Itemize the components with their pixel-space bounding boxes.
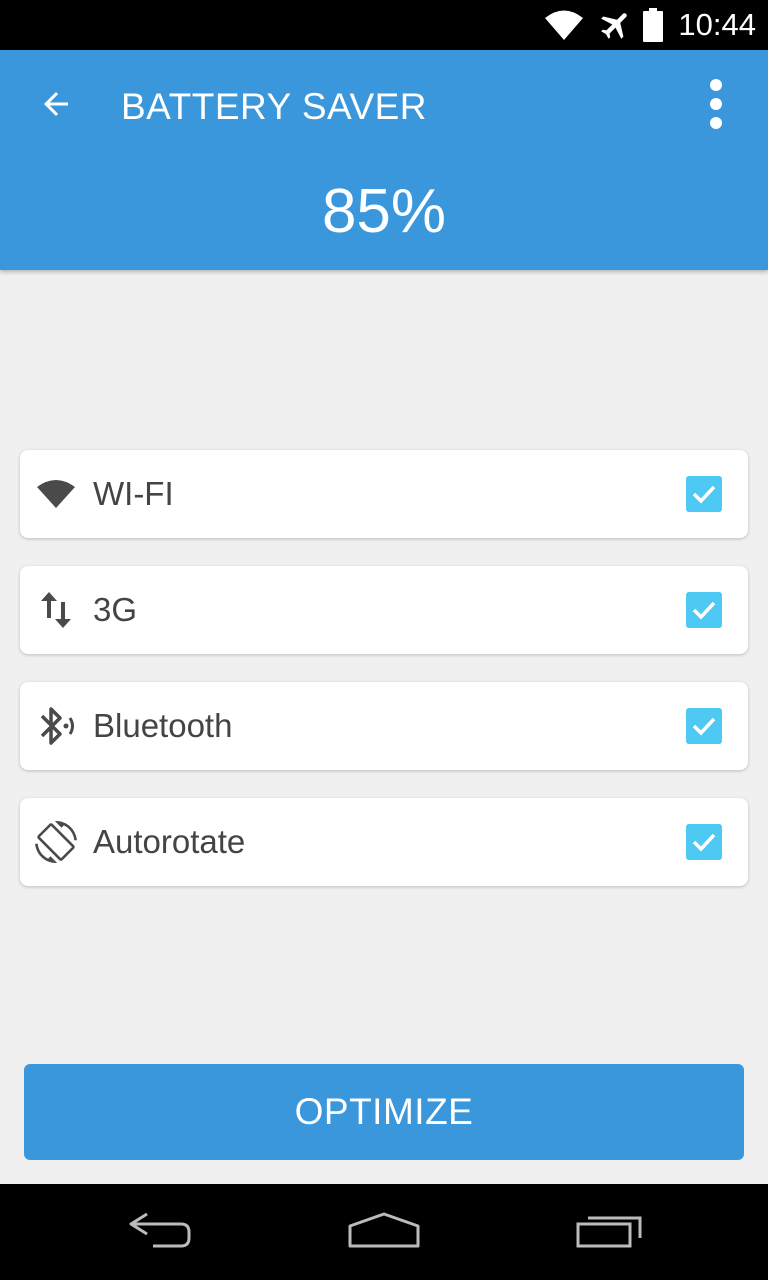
home-icon bbox=[346, 1210, 422, 1255]
nav-recents-button[interactable] bbox=[560, 1198, 660, 1266]
option-label: Bluetooth bbox=[93, 707, 233, 744]
wifi-icon bbox=[34, 472, 78, 516]
battery-icon bbox=[642, 0, 664, 50]
option-card-autorotate[interactable]: Autorotate bbox=[20, 798, 748, 886]
wifi-checkbox[interactable] bbox=[686, 476, 722, 512]
option-label: WI-FI bbox=[93, 475, 174, 512]
recents-icon bbox=[574, 1210, 646, 1255]
bluetooth-checkbox[interactable] bbox=[686, 708, 722, 744]
option-card-3g[interactable]: 3G bbox=[20, 566, 748, 654]
nav-home-button[interactable] bbox=[334, 1198, 434, 1266]
option-card-wifi[interactable]: WI-FI bbox=[20, 450, 748, 538]
3g-checkbox[interactable] bbox=[686, 592, 722, 628]
airplane-mode-icon bbox=[598, 0, 634, 50]
battery-percentage: 85% bbox=[321, 177, 447, 246]
arrow-back-icon bbox=[38, 86, 74, 127]
wifi-icon bbox=[544, 0, 584, 50]
app-bar: BATTERY SAVER 85% bbox=[0, 50, 768, 270]
overflow-menu-button[interactable] bbox=[688, 74, 744, 138]
mobile-data-icon bbox=[34, 588, 78, 632]
status-clock: 10:44 bbox=[678, 7, 756, 42]
more-vert-icon bbox=[708, 78, 724, 135]
status-bar: 10:44 bbox=[0, 0, 768, 50]
option-label: Autorotate bbox=[93, 823, 246, 860]
option-card-bluetooth[interactable]: Bluetooth bbox=[20, 682, 748, 770]
page-title: BATTERY SAVER bbox=[121, 86, 428, 127]
option-label: 3G bbox=[93, 591, 138, 628]
nav-back-button[interactable] bbox=[110, 1198, 210, 1266]
autorotate-checkbox[interactable] bbox=[686, 824, 722, 860]
bluetooth-icon bbox=[34, 704, 78, 748]
optimize-button[interactable]: OPTIMIZE bbox=[24, 1064, 744, 1160]
back-icon bbox=[125, 1210, 195, 1255]
back-button[interactable] bbox=[24, 74, 88, 138]
screen-rotation-icon bbox=[34, 820, 78, 864]
navigation-bar bbox=[0, 1184, 768, 1280]
